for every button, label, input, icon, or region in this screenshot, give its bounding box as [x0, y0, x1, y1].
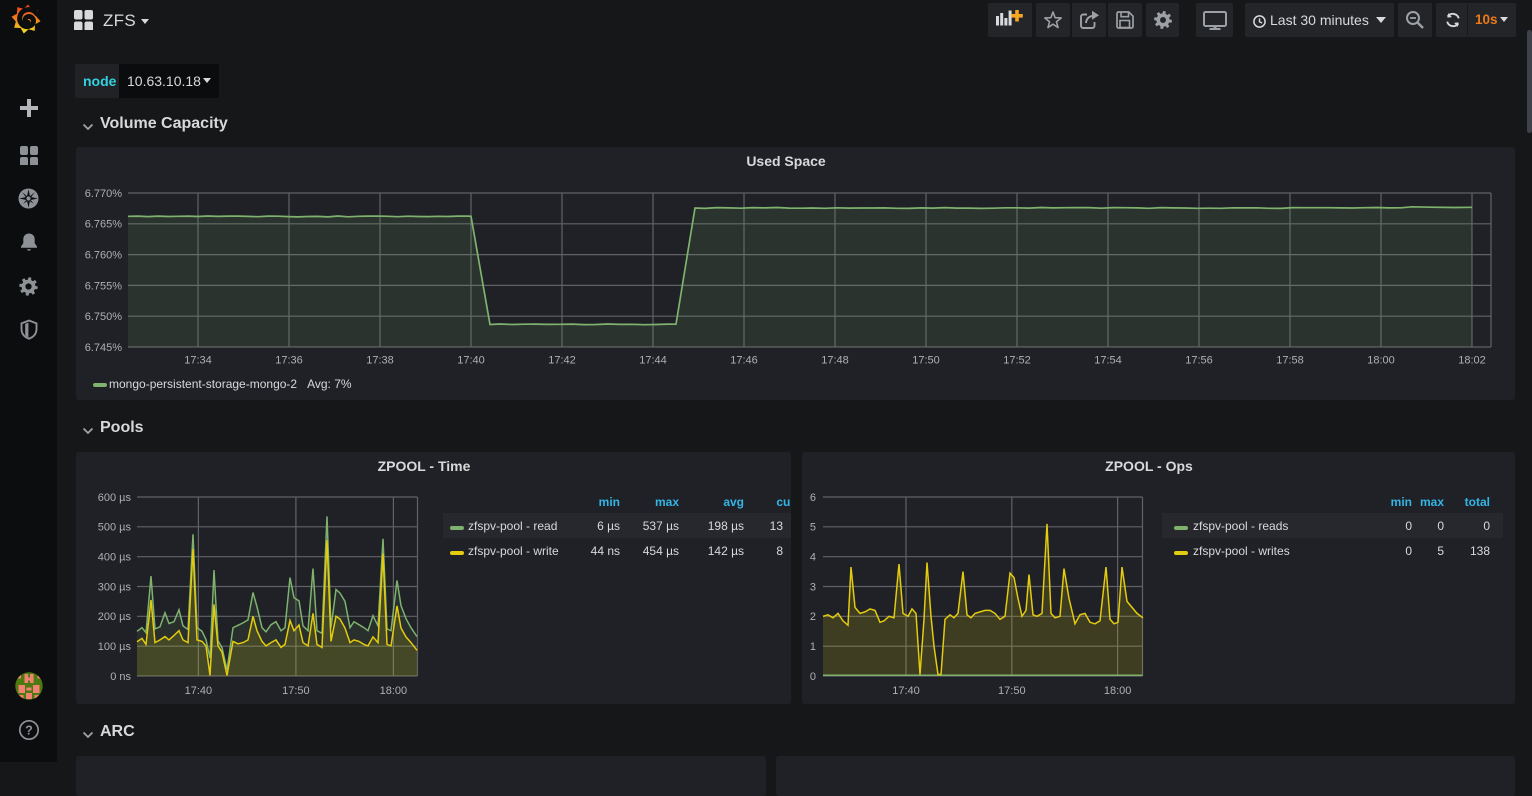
svg-text:4: 4 [810, 552, 816, 564]
svg-text:18:00: 18:00 [1367, 355, 1395, 367]
svg-text:18:00: 18:00 [380, 685, 408, 697]
svg-text:500 µs: 500 µs [98, 522, 132, 534]
svg-text:17:58: 17:58 [1276, 355, 1304, 367]
svg-text:0 ns: 0 ns [110, 671, 131, 683]
svg-text:18:00: 18:00 [1104, 685, 1132, 697]
svg-text:6: 6 [810, 492, 816, 504]
svg-text:3: 3 [810, 581, 816, 593]
svg-text:200 µs: 200 µs [98, 611, 132, 623]
svg-text:5: 5 [810, 522, 816, 534]
svg-text:0: 0 [810, 671, 816, 683]
svg-text:17:40: 17:40 [892, 685, 920, 697]
svg-text:17:54: 17:54 [1094, 355, 1122, 367]
svg-text:400 µs: 400 µs [98, 552, 132, 564]
svg-text:100 µs: 100 µs [98, 641, 132, 653]
svg-text:18:02: 18:02 [1458, 355, 1486, 367]
svg-text:600 µs: 600 µs [98, 492, 132, 504]
svg-text:17:34: 17:34 [184, 355, 212, 367]
svg-text:17:50: 17:50 [998, 685, 1026, 697]
svg-text:17:50: 17:50 [912, 355, 940, 367]
svg-text:17:46: 17:46 [730, 355, 758, 367]
svg-text:6.765%: 6.765% [85, 219, 123, 231]
svg-text:6.755%: 6.755% [85, 280, 123, 292]
svg-text:2: 2 [810, 611, 816, 623]
svg-text:17:40: 17:40 [185, 685, 213, 697]
svg-text:17:44: 17:44 [639, 355, 667, 367]
svg-text:17:36: 17:36 [275, 355, 303, 367]
svg-text:17:56: 17:56 [1185, 355, 1213, 367]
svg-text:17:38: 17:38 [366, 355, 394, 367]
svg-text:17:52: 17:52 [1003, 355, 1031, 367]
svg-text:6.750%: 6.750% [85, 311, 123, 323]
svg-text:?: ? [25, 724, 33, 738]
svg-text:17:48: 17:48 [821, 355, 849, 367]
svg-text:6.770%: 6.770% [85, 188, 123, 200]
svg-text:17:40: 17:40 [457, 355, 485, 367]
svg-text:17:42: 17:42 [548, 355, 576, 367]
svg-text:1: 1 [810, 641, 816, 653]
svg-text:6.760%: 6.760% [85, 250, 123, 262]
svg-text:300 µs: 300 µs [98, 581, 132, 593]
svg-text:17:50: 17:50 [282, 685, 310, 697]
svg-text:6.745%: 6.745% [85, 342, 123, 354]
